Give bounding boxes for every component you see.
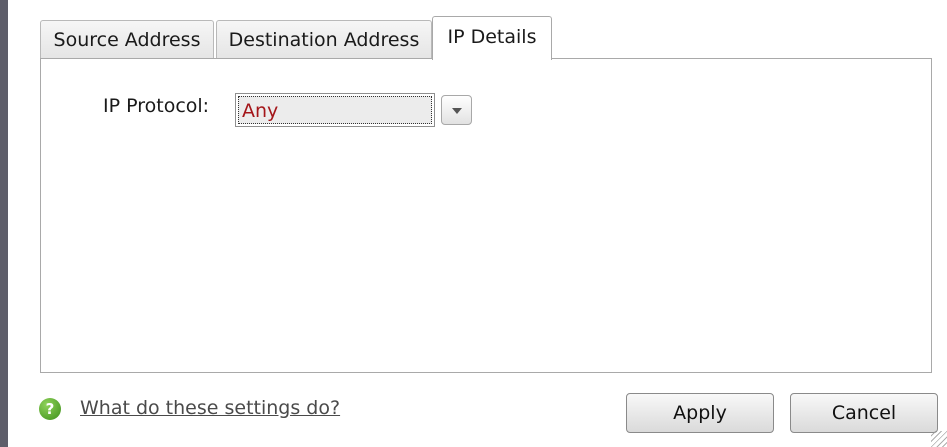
window-left-border: [0, 0, 8, 447]
ip-protocol-dropdown-button[interactable]: [441, 95, 472, 125]
tab-source-address[interactable]: Source Address: [40, 20, 214, 58]
chevron-down-icon: [452, 108, 462, 114]
ip-protocol-value: Any: [238, 96, 432, 124]
help-link[interactable]: What do these settings do?: [80, 397, 340, 419]
resize-grip-icon[interactable]: [931, 431, 947, 447]
question-icon[interactable]: ?: [39, 398, 61, 420]
apply-button[interactable]: Apply: [626, 393, 774, 433]
cancel-button[interactable]: Cancel: [790, 393, 938, 433]
ip-protocol-select[interactable]: Any: [235, 93, 435, 127]
tab-destination-address[interactable]: Destination Address: [216, 20, 432, 58]
ip-protocol-label: IP Protocol:: [103, 95, 210, 117]
ip-details-panel: IP Protocol: Any: [40, 58, 932, 373]
tab-ip-details[interactable]: IP Details: [432, 16, 552, 60]
